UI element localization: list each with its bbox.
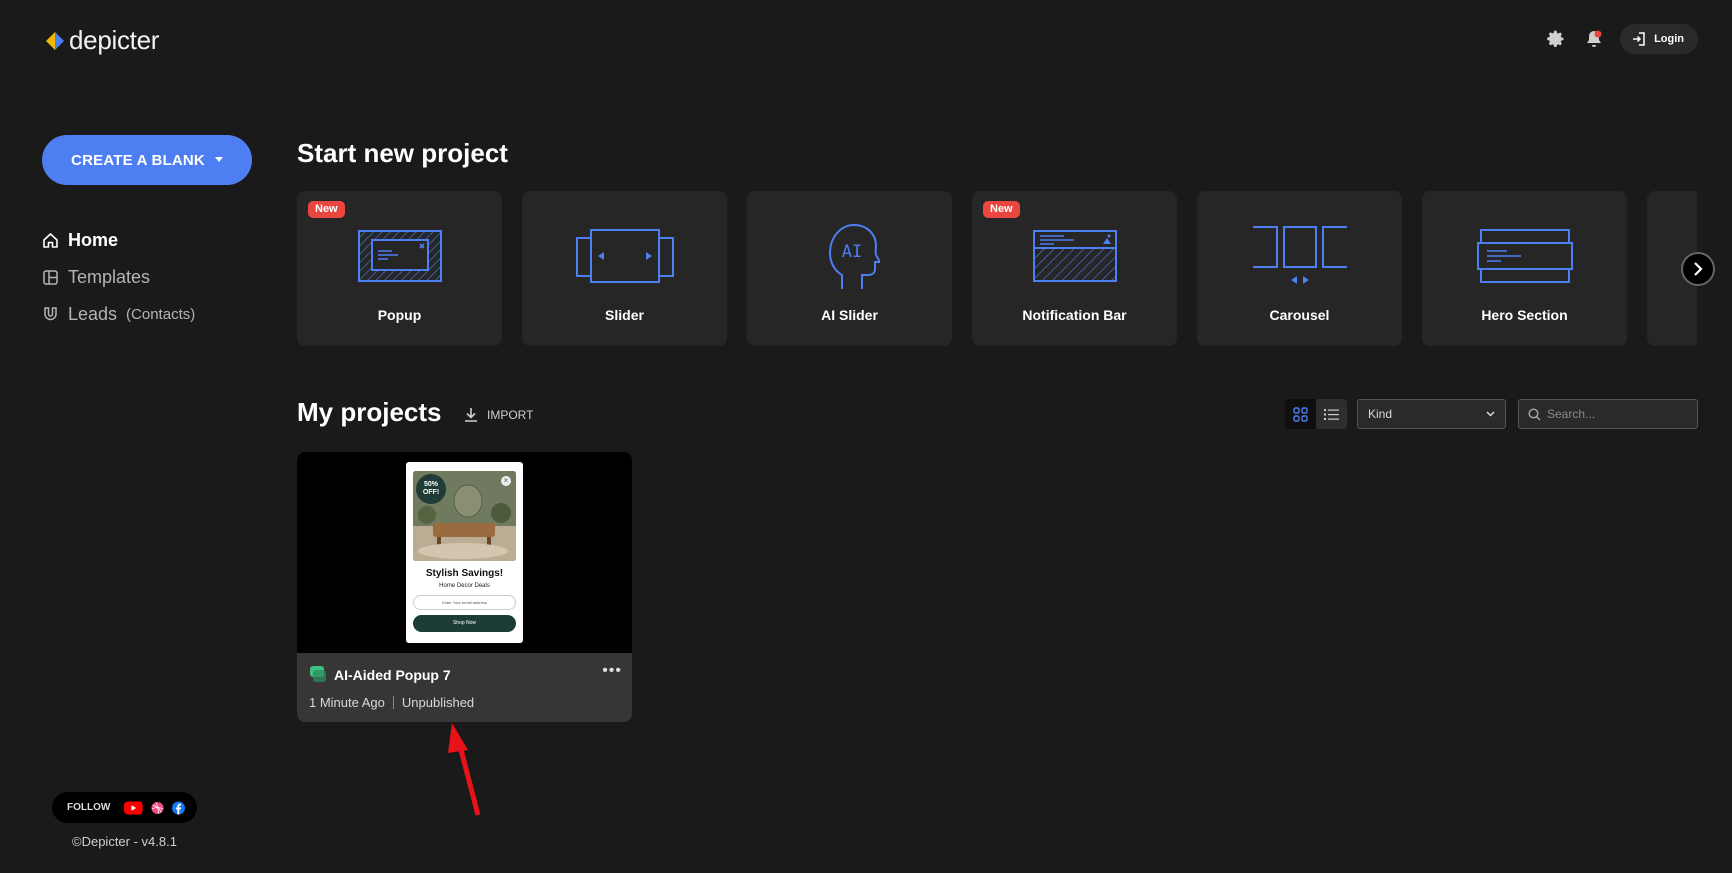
follow-bar: FOLLOW: [52, 792, 197, 823]
meta-divider: [392, 696, 394, 709]
project-time: 1 Minute Ago: [309, 695, 385, 710]
chevron-down-icon: [1486, 411, 1495, 417]
kind-select[interactable]: Kind: [1357, 399, 1506, 429]
home-icon: [43, 232, 58, 248]
list-icon: [1324, 408, 1339, 420]
card-label: Notification Bar: [1022, 307, 1127, 323]
sidebar-item-sublabel: (Contacts): [126, 305, 196, 323]
project-meta: 1 Minute Ago Unpublished: [309, 695, 474, 710]
dribbble-icon[interactable]: [151, 801, 164, 815]
popup-email-field: Enter Your email address: [413, 595, 516, 610]
ai-head-icon: AI: [828, 223, 880, 289]
room-image: 50% OFF! ×: [413, 471, 516, 561]
discount-badge: 50% OFF!: [416, 474, 446, 504]
ai-text: AI: [841, 242, 861, 262]
create-blank-button[interactable]: CREATE A BLANK: [42, 135, 252, 185]
slider-icon: [575, 229, 674, 283]
list-view-button[interactable]: [1316, 399, 1347, 429]
more-options-icon[interactable]: •••: [602, 662, 622, 680]
sidebar-item-leads[interactable]: Leads (Contacts): [42, 302, 195, 326]
notification-bell-icon[interactable]: [1582, 27, 1606, 51]
sidebar-item-templates[interactable]: Templates: [42, 265, 195, 289]
card-ai-slider[interactable]: AI AI Slider: [747, 191, 952, 346]
card-popup[interactable]: New Popup: [297, 191, 502, 346]
kind-select-value: Kind: [1368, 407, 1393, 421]
depicter-logo-icon: [46, 31, 64, 50]
download-icon: [465, 408, 477, 422]
import-label: IMPORT: [487, 407, 534, 422]
new-badge: New: [308, 201, 345, 218]
popup-icon: [357, 230, 442, 282]
header-actions: Login: [1544, 24, 1698, 54]
red-annotation-arrow: [448, 723, 481, 816]
import-button[interactable]: IMPORT: [464, 407, 533, 422]
carousel-next-button[interactable]: [1681, 252, 1715, 286]
carousel-icon: [1252, 226, 1347, 284]
sidebar-item-label: Leads: [68, 303, 118, 324]
start-new-project-heading: Start new project: [297, 138, 508, 168]
grid-view-button[interactable]: [1285, 399, 1316, 429]
copyright-text: ©Depicter - v4.8.1: [72, 834, 177, 849]
popup-type-icon: [310, 666, 326, 682]
create-blank-label: CREATE A BLANK: [71, 151, 205, 169]
app-logo[interactable]: depicter: [44, 25, 159, 56]
caret-down-icon: [214, 157, 223, 162]
leads-icon: [44, 306, 57, 320]
project-type-carousel: New Popup Slider AI AI Slider New Notifi…: [297, 191, 1697, 346]
follow-label: FOLLOW: [67, 802, 111, 813]
project-title[interactable]: AI-Aided Popup 7: [334, 667, 451, 683]
close-icon: ×: [501, 476, 511, 486]
login-button[interactable]: Login: [1620, 24, 1698, 54]
card-notification-bar[interactable]: New Notification Bar: [972, 191, 1177, 346]
sidebar-item-home[interactable]: Home: [42, 228, 195, 252]
sidebar-nav: Home Templates Leads (Contacts): [42, 228, 195, 326]
project-status: Unpublished: [401, 695, 475, 710]
sidebar-item-label: Home: [68, 229, 119, 250]
search-box: [1518, 399, 1698, 429]
popup-subtitle: Home Decor Deals: [439, 583, 490, 589]
login-icon: [1633, 32, 1645, 46]
popup-shop-button: Shop Now: [413, 615, 516, 632]
settings-icon[interactable]: [1544, 27, 1568, 51]
card-label: AI Slider: [821, 307, 878, 323]
card-label: Popup: [377, 307, 422, 323]
templates-icon: [43, 269, 58, 285]
card-carousel[interactable]: Carousel: [1197, 191, 1402, 346]
notification-bar-icon: [1032, 230, 1117, 282]
my-projects-heading: My projects: [297, 397, 442, 427]
grid-icon: [1293, 406, 1308, 422]
project-thumbnail[interactable]: 50% OFF! × Stylish Savings! Home Decor D…: [297, 452, 632, 653]
facebook-icon[interactable]: [171, 800, 185, 815]
search-icon: [1528, 407, 1541, 420]
project-card[interactable]: 50% OFF! × Stylish Savings! Home Decor D…: [297, 452, 632, 722]
view-toggle: [1285, 399, 1347, 429]
youtube-icon[interactable]: [124, 800, 143, 815]
card-hero-section[interactable]: Hero Section: [1422, 191, 1627, 346]
logo-text: depicter: [69, 25, 160, 55]
card-slider[interactable]: Slider: [522, 191, 727, 346]
search-input[interactable]: [1547, 407, 1687, 421]
card-label: Carousel: [1269, 307, 1330, 323]
sidebar-item-label: Templates: [68, 266, 151, 287]
login-label: Login: [1654, 33, 1684, 45]
hero-section-icon: [1476, 229, 1573, 283]
card-label: Hero Section: [1481, 307, 1568, 323]
chevron-right-icon: [1694, 262, 1703, 276]
popup-title: Stylish Savings!: [425, 568, 504, 579]
new-badge: New: [983, 201, 1020, 218]
card-label: Slider: [605, 307, 644, 323]
popup-preview: 50% OFF! × Stylish Savings! Home Decor D…: [406, 462, 523, 643]
